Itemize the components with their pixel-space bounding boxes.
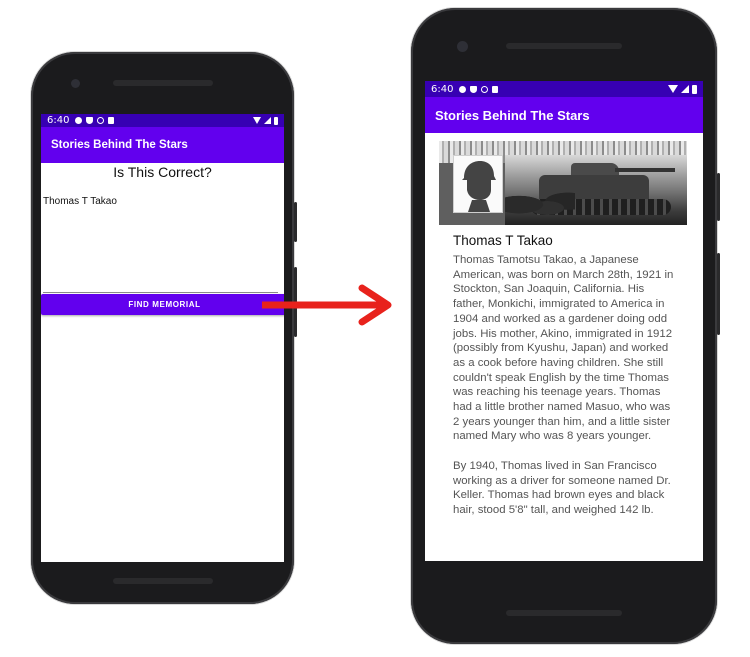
- find-memorial-button[interactable]: FIND MEMORIAL: [41, 294, 284, 315]
- app-title: Stories Behind The Stars: [435, 107, 590, 123]
- memorial-banner-image: [439, 141, 687, 225]
- right-screen: 6:40 Stories Behind The Stars Thomas T T…: [425, 81, 703, 573]
- settings-icon: [75, 117, 83, 124]
- soldier-silhouette-icon: [453, 155, 503, 213]
- app-bar: Stories Behind The Stars: [41, 127, 284, 163]
- left-phone: 6:40 Stories Behind The Stars Is This Co…: [31, 52, 297, 604]
- app-title: Stories Behind The Stars: [51, 139, 188, 151]
- sd-card-icon: [108, 117, 115, 124]
- right-phone: 6:40 Stories Behind The Stars Thomas T T…: [411, 8, 720, 644]
- battery-icon: [692, 84, 697, 94]
- settings-icon: [459, 85, 467, 93]
- bottom-speaker: [506, 610, 622, 616]
- app-bar: Stories Behind The Stars: [425, 97, 703, 133]
- memorial-bio: Thomas Tamotsu Takao, a Japanese America…: [453, 254, 674, 516]
- earpiece-speaker: [506, 43, 622, 49]
- power-button: [294, 202, 297, 242]
- front-camera: [71, 79, 80, 88]
- status-time: 6:40: [47, 115, 70, 126]
- front-camera: [457, 41, 468, 52]
- signal-icon: [264, 117, 271, 124]
- name-result-field[interactable]: Thomas T Takao: [43, 192, 278, 293]
- status-time: 6:40: [431, 83, 454, 95]
- navigation-bar: [425, 561, 703, 573]
- soldiers-group: [505, 191, 575, 225]
- wifi-icon: [668, 85, 678, 93]
- memorial-content[interactable]: Thomas T Takao Thomas Tamotsu Takao, a J…: [425, 133, 703, 573]
- memorial-name: Thomas T Takao: [453, 233, 553, 248]
- bottom-speaker: [113, 578, 213, 584]
- sd-card-icon: [492, 85, 499, 93]
- confirm-heading: Is This Correct?: [113, 164, 212, 180]
- volume-button: [717, 253, 720, 335]
- shield-icon: [86, 117, 94, 124]
- battery-icon: [274, 116, 278, 125]
- at-sign-icon: [481, 85, 489, 93]
- arrow-right-icon: [262, 284, 392, 326]
- at-sign-icon: [97, 117, 105, 124]
- status-bar: 6:40: [41, 114, 284, 127]
- tank-gun: [615, 168, 675, 172]
- earpiece-speaker: [113, 80, 213, 86]
- left-screen: 6:40 Stories Behind The Stars Is This Co…: [41, 114, 284, 562]
- signal-icon: [681, 85, 689, 93]
- shield-icon: [470, 85, 478, 93]
- power-button: [717, 173, 720, 221]
- wifi-icon: [253, 117, 261, 124]
- status-bar: 6:40: [425, 81, 703, 97]
